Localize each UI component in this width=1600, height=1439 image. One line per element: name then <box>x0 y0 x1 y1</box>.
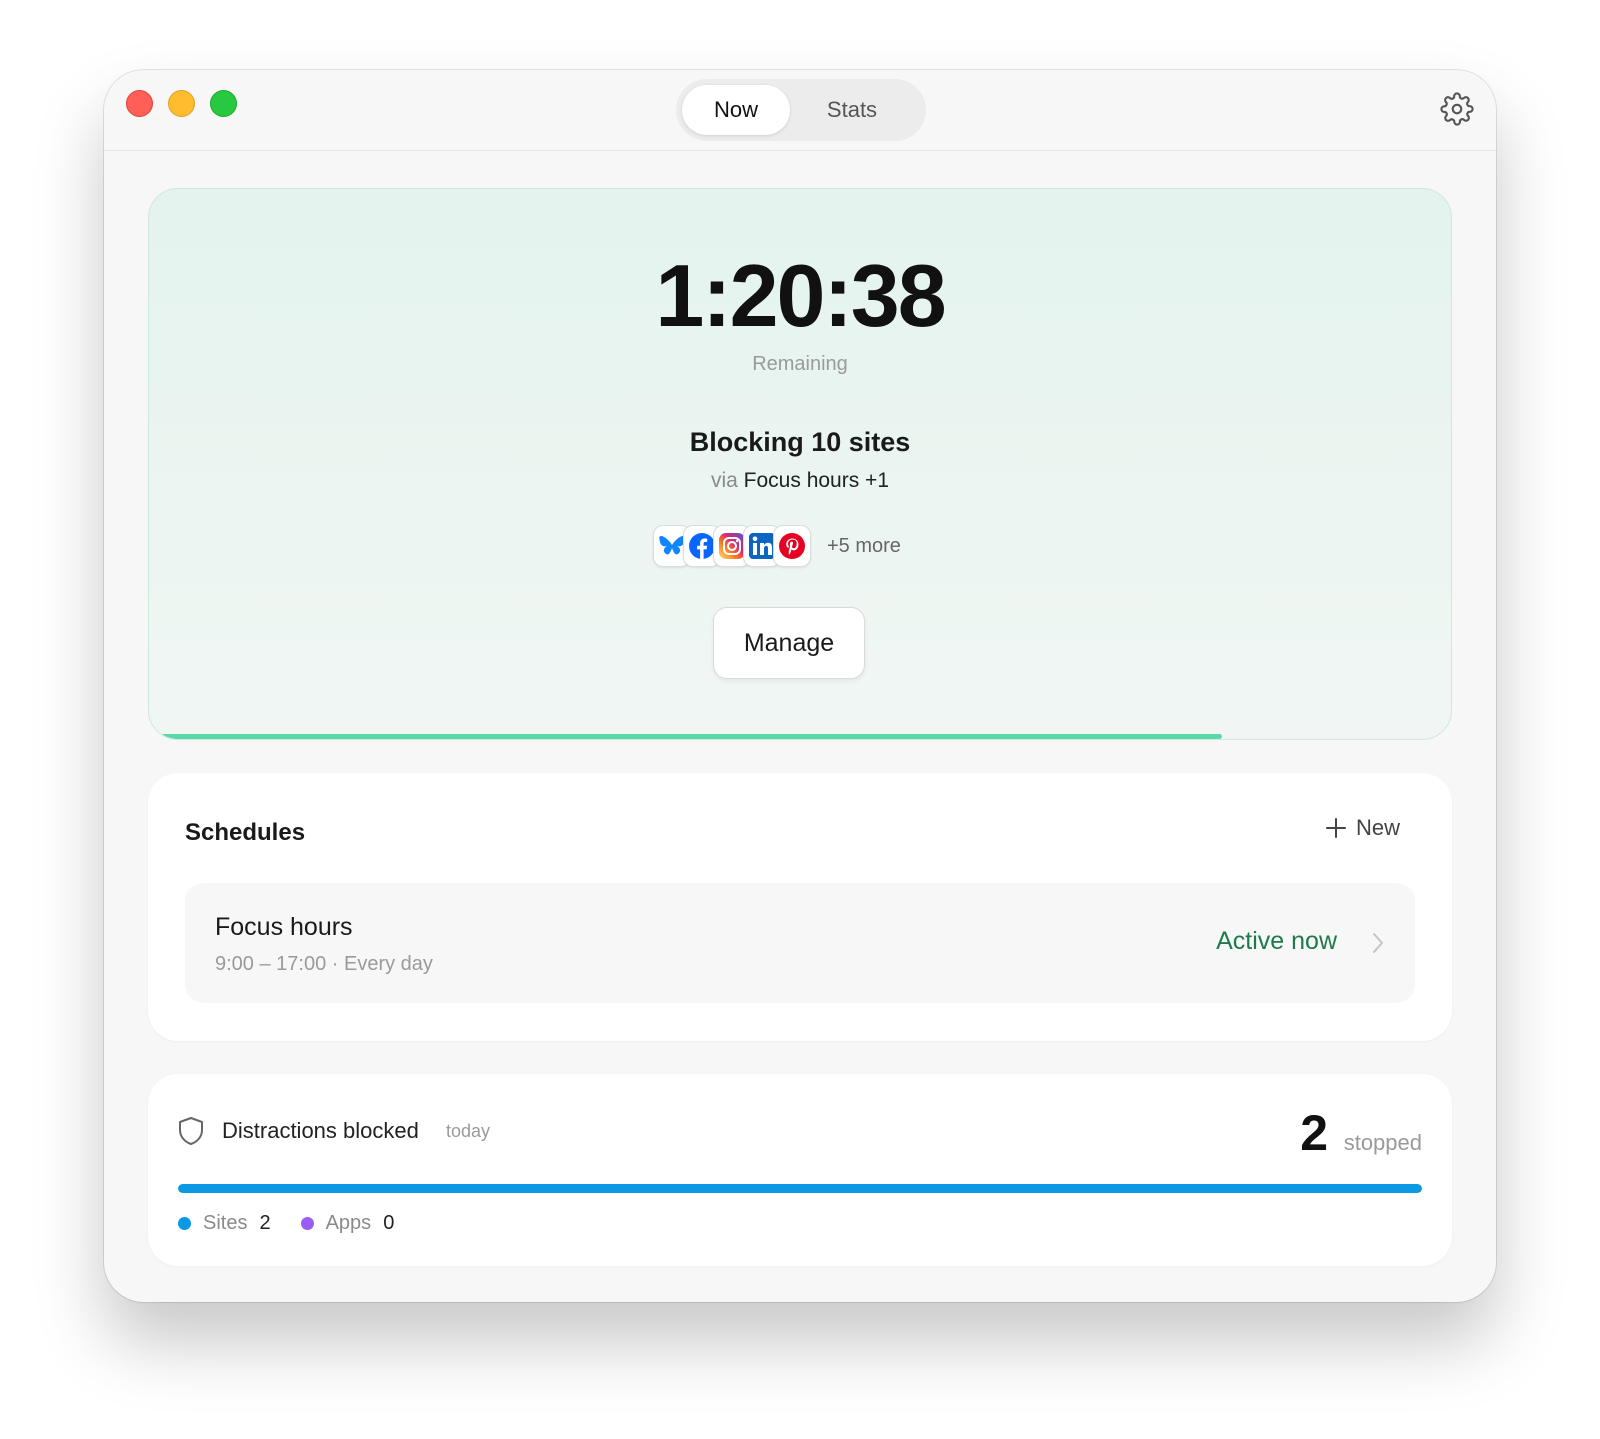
timer-caption: Remaining <box>752 353 848 375</box>
shield-icon <box>179 1117 203 1145</box>
app-window: Now Stats 1:20:38 Remaining Blocking 10 … <box>104 70 1496 1302</box>
distractions-bar-sites <box>178 1184 1422 1193</box>
blocking-source: via Focus hours +1 <box>149 469 1451 493</box>
plus-icon <box>1325 818 1346 838</box>
new-schedule-button[interactable]: New <box>1325 815 1400 841</box>
countdown-timer: 1:20:38 <box>655 246 946 345</box>
chevron-right-icon <box>1373 933 1383 953</box>
legend-apps-label: Apps <box>325 1212 372 1234</box>
schedules-card: Schedules New Focus hours 9:00 – 17:00 ·… <box>148 773 1452 1041</box>
manage-button[interactable]: Manage <box>713 607 865 679</box>
sites-dot <box>178 1217 191 1230</box>
session-progress-bar <box>161 734 1439 739</box>
distractions-card: Distractions blocked today 2 stopped Sit… <box>148 1074 1452 1266</box>
via-prefix: via <box>710 469 738 492</box>
gear-icon[interactable] <box>1440 92 1474 126</box>
distractions-bar <box>178 1184 1422 1193</box>
legend-sites-label: Sites <box>203 1212 248 1234</box>
distractions-period: today <box>446 1121 491 1141</box>
active-session-card: 1:20:38 Remaining Blocking 10 sites via … <box>148 188 1452 740</box>
zoom-window-button[interactable] <box>210 90 237 117</box>
legend-sites-value: 2 <box>259 1212 271 1234</box>
schedule-status: Active now <box>1216 927 1337 955</box>
schedule-name: Focus hours <box>215 913 353 941</box>
stopped-label: stopped <box>1343 1130 1422 1155</box>
distractions-legend: Sites 2 Apps 0 <box>178 1212 424 1235</box>
close-window-button[interactable] <box>126 90 153 117</box>
session-progress-fill <box>161 734 1222 739</box>
distractions-title: Distractions blocked <box>222 1118 419 1143</box>
view-switcher: Now Stats <box>676 79 926 141</box>
more-sites-label: +5 more <box>827 534 901 557</box>
new-schedule-label: New <box>1355 815 1400 840</box>
blocked-sites-preview[interactable]: +5 more <box>653 524 901 568</box>
stopped-count: 2 <box>1300 1105 1328 1161</box>
schedule-time: 9:00 – 17:00 · Every day <box>215 953 433 975</box>
title-bar: Now Stats <box>104 70 1496 151</box>
apps-dot <box>300 1217 314 1230</box>
tab-stats[interactable]: Stats <box>790 85 914 135</box>
pinterest-icon <box>773 525 811 567</box>
via-source: Focus hours +1 <box>743 469 890 492</box>
schedules-title: Schedules <box>185 819 306 846</box>
blocking-summary: Blocking 10 sites <box>689 427 911 457</box>
minimize-window-button[interactable] <box>168 90 195 117</box>
schedule-item[interactable]: Focus hours 9:00 – 17:00 · Every day Act… <box>185 883 1415 1003</box>
legend-apps-value: 0 <box>383 1212 395 1234</box>
tab-now[interactable]: Now <box>682 85 790 135</box>
